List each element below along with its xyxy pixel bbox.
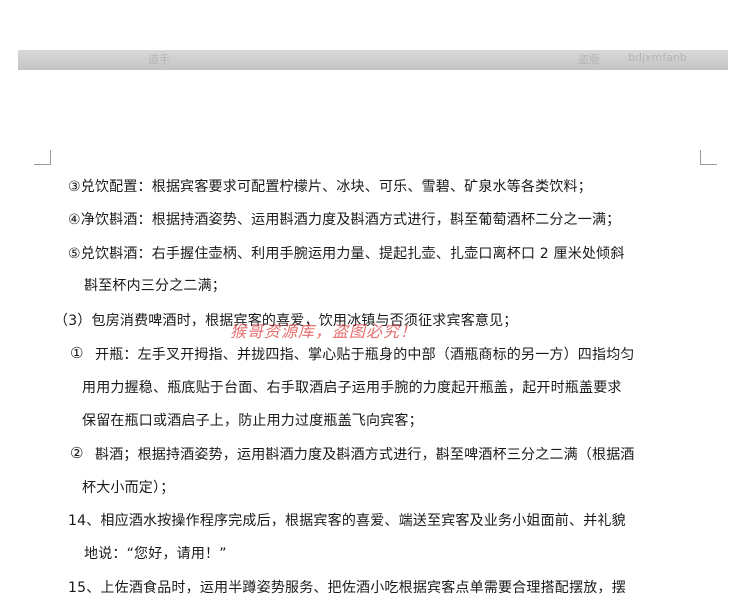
text-line: ④净饮斟酒：根据持酒姿势、运用斟酒力度及斟酒方式进行，斟至葡萄酒杯二分之一满； — [68, 212, 621, 228]
text-line: 斟酒；根据持酒姿势，运用斟酒力度及斟酒方式进行，斟至啤酒杯三分之二满（根据酒 — [95, 447, 635, 463]
text-line: 用用力握稳、瓶底贴于台面、右手取酒启子运用手腕的力度起开瓶盖，起开时瓶盖要求 — [82, 380, 622, 396]
text-line: ③兑饮配置：根据宾客要求可配置柠檬片、冰块、可乐、雪碧、矿泉水等各类饮料； — [68, 179, 592, 195]
header-watermark: bdjxmfanb — [628, 51, 687, 64]
text-line: 保留在瓶口或酒启子上，防止用力过度瓶盖飞向宾客； — [82, 413, 423, 429]
circled-number: ① — [70, 344, 84, 362]
margin-corner-mark — [34, 150, 51, 165]
text-line: 14、相应酒水按操作程序完成后，根据宾客的喜爱、端送至宾客及业务小姐面前、并礼貌 — [68, 513, 626, 529]
overlay-watermark: 猴哥资源库，盗图必究！ — [230, 322, 418, 341]
margin-corner-mark — [700, 150, 717, 165]
header-watermark: 道手 — [148, 53, 170, 66]
text-line: 斟至杯内三分之二满； — [84, 278, 226, 294]
text-line: ⑤兑饮斟酒：右手握住壶柄、利用手腕运用力量、提起扎壶、扎壶口离杯口 2 厘米处倾… — [68, 246, 625, 262]
header-watermark: 盗版 — [578, 53, 600, 66]
text-line: 地说：“您好，请用！” — [84, 546, 227, 562]
page-header-bar: 道手 盗版 bdjxmfanb — [18, 50, 728, 70]
text-line: 15、上佐酒食品时，运用半蹲姿势服务、把佐酒小吃根据宾客点单需要合理搭配摆放，摆 — [68, 580, 626, 596]
text-line: 杯大小而定）； — [82, 480, 175, 496]
circled-number: ② — [70, 444, 84, 462]
text-line: 开瓶：左手叉开拇指、并拢四指、掌心贴于瓶身的中部（酒瓶商标的另一方）四指均匀 — [95, 347, 635, 363]
